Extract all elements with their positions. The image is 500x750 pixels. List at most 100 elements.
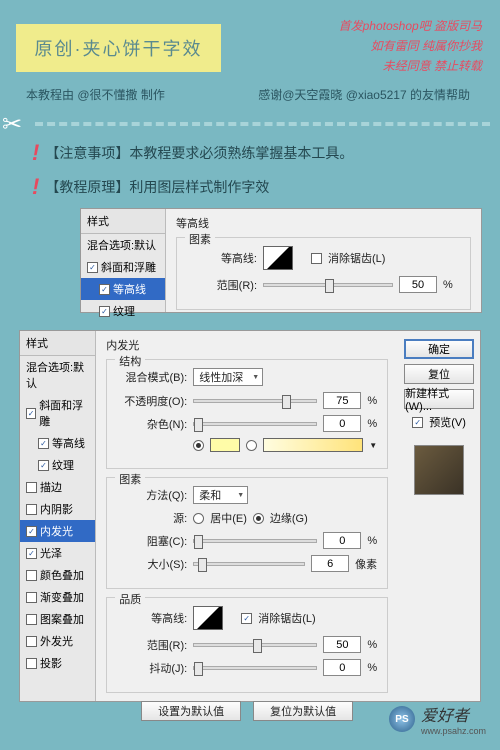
antialias-checkbox[interactable] (311, 253, 322, 264)
checkbox-icon[interactable]: ✓ (38, 460, 49, 471)
dashed-divider (35, 122, 490, 126)
checkbox-icon[interactable] (26, 614, 37, 625)
sidebar-item-texture[interactable]: ✓纹理 (20, 454, 95, 476)
jitter-slider[interactable] (193, 666, 317, 670)
range-input[interactable] (399, 276, 437, 293)
style-sidebar: 样式 混合选项:默认 ✓斜面和浮雕 ✓等高线 ✓纹理 (81, 209, 166, 312)
noise-input[interactable] (323, 415, 361, 432)
elements-fieldset: 图素 方法(Q): 柔和 源: 居中(E) 边缘(G) 阻塞(C): % 大小(… (106, 477, 388, 589)
contour-picker[interactable] (193, 606, 223, 630)
sidebar-item-gradient-overlay[interactable]: 渐变叠加 (20, 586, 95, 608)
noise-slider[interactable] (193, 422, 317, 426)
gradient-swatch[interactable] (263, 438, 363, 452)
dropdown-arrow-icon[interactable]: ▼ (369, 441, 377, 450)
checkbox-icon[interactable]: ✓ (26, 408, 36, 419)
checkbox-icon[interactable] (26, 570, 37, 581)
exclaim-icon: ! (32, 140, 39, 166)
watermark-text: 爱好者 (421, 702, 486, 726)
reset-default-button[interactable]: 复位为默认值 (253, 701, 353, 721)
checkbox-icon[interactable]: ✓ (99, 284, 110, 295)
sidebar-item-texture[interactable]: ✓纹理 (81, 300, 165, 322)
checkbox-icon[interactable] (26, 592, 37, 603)
pct-label: % (443, 279, 453, 291)
gradient-radio[interactable] (246, 440, 257, 451)
antialias-checkbox[interactable]: ✓ (241, 613, 252, 624)
pct-label: % (367, 639, 377, 651)
quality-fieldset: 品质 等高线: ✓ 消除锯齿(L) 范围(R): % 抖动(J): % (106, 597, 388, 693)
checkbox-icon[interactable]: ✓ (38, 438, 49, 449)
sidebar-item-contour[interactable]: ✓等高线 (81, 278, 165, 300)
watermark-url: www.psahz.com (421, 726, 486, 736)
checkbox-icon[interactable]: ✓ (87, 262, 98, 273)
bullet-block: ! 【注意事项】本教程要求必须熟练掌握基本工具。 ! 【教程原理】利用图层样式制… (32, 140, 353, 208)
size-slider[interactable] (193, 562, 305, 566)
layer-style-contour-panel: 样式 混合选项:默认 ✓斜面和浮雕 ✓等高线 ✓纹理 等高线 图素 等高线: 消… (80, 208, 482, 313)
set-default-button[interactable]: 设置为默认值 (141, 701, 241, 721)
opacity-slider[interactable] (193, 399, 317, 403)
sidebar-item-blend[interactable]: 混合选项:默认 (81, 234, 165, 256)
notice-line: 首发photoshop吧 盗版司马 (339, 16, 482, 36)
scissors-icon: ✂ (2, 110, 22, 139)
opacity-label: 不透明度(O): (117, 393, 187, 409)
antialias-label: 消除锯齿(L) (258, 610, 315, 626)
new-style-button[interactable]: 新建样式(W)... (404, 389, 474, 409)
source-center-label: 居中(E) (210, 510, 247, 526)
reset-button[interactable]: 复位 (404, 364, 474, 384)
pct-label: % (367, 418, 377, 430)
sidebar-item-color-overlay[interactable]: 颜色叠加 (20, 564, 95, 586)
sidebar-item-contour[interactable]: ✓等高线 (20, 432, 95, 454)
sidebar-item-bevel[interactable]: ✓斜面和浮雕 (81, 256, 165, 278)
contour-label: 等高线: (187, 250, 257, 266)
range-label: 范围(R): (187, 277, 257, 293)
opacity-input[interactable] (323, 392, 361, 409)
technique-label: 方法(Q): (117, 487, 187, 503)
checkbox-icon[interactable] (26, 504, 37, 515)
checkbox-icon[interactable]: ✓ (26, 548, 37, 559)
group-title: 内发光 (106, 337, 388, 353)
sidebar-item-drop-shadow[interactable]: 投影 (20, 652, 95, 674)
range-slider[interactable] (193, 643, 317, 647)
blend-mode-dropdown[interactable]: 线性加深 (193, 368, 263, 386)
notice-line: 如有雷同 纯属你抄我 (339, 36, 482, 56)
source-label: 源: (117, 510, 187, 526)
sidebar-item-outer-glow[interactable]: 外发光 (20, 630, 95, 652)
sidebar-item-inner-shadow[interactable]: 内阴影 (20, 498, 95, 520)
sidebar-item-stroke[interactable]: 描边 (20, 476, 95, 498)
group-title: 等高线 (176, 215, 471, 231)
preview-label: 预览(V) (429, 414, 466, 430)
sidebar-item-blend[interactable]: 混合选项:默认 (20, 356, 95, 394)
preview-checkbox[interactable]: ✓ (412, 417, 423, 428)
checkbox-icon[interactable] (26, 482, 37, 493)
color-swatch[interactable] (210, 438, 240, 452)
logo-icon: PS (389, 706, 415, 732)
checkbox-icon[interactable] (26, 658, 37, 669)
sidebar-item-satin[interactable]: ✓光泽 (20, 542, 95, 564)
source-center-radio[interactable] (193, 513, 204, 524)
jitter-input[interactable] (323, 659, 361, 676)
checkbox-icon[interactable] (26, 636, 37, 647)
pct-label: % (367, 662, 377, 674)
size-label: 大小(S): (117, 556, 187, 572)
contour-label: 等高线: (117, 610, 187, 626)
choke-slider[interactable] (193, 539, 317, 543)
structure-fieldset: 结构 混合模式(B): 线性加深 不透明度(O): % 杂色(N): % (106, 359, 388, 469)
notice-line: 未经同意 禁止转载 (339, 56, 482, 76)
range-input[interactable] (323, 636, 361, 653)
source-edge-radio[interactable] (253, 513, 264, 524)
color-radio[interactable] (193, 440, 204, 451)
title-box: 原创·夹心饼干字效 (16, 24, 221, 72)
range-slider[interactable] (263, 283, 393, 287)
choke-label: 阻塞(C): (117, 533, 187, 549)
sidebar-item-inner-glow[interactable]: ✓内发光 (20, 520, 95, 542)
checkbox-icon[interactable]: ✓ (99, 306, 110, 317)
checkbox-icon[interactable]: ✓ (26, 526, 37, 537)
contour-picker[interactable] (263, 246, 293, 270)
sidebar-item-bevel[interactable]: ✓斜面和浮雕 (20, 394, 95, 432)
range-label: 范围(R): (117, 637, 187, 653)
ok-button[interactable]: 确定 (404, 339, 474, 359)
sidebar-item-pattern-overlay[interactable]: 图案叠加 (20, 608, 95, 630)
pct-label: % (367, 535, 377, 547)
technique-dropdown[interactable]: 柔和 (193, 486, 248, 504)
size-input[interactable] (311, 555, 349, 572)
choke-input[interactable] (323, 532, 361, 549)
